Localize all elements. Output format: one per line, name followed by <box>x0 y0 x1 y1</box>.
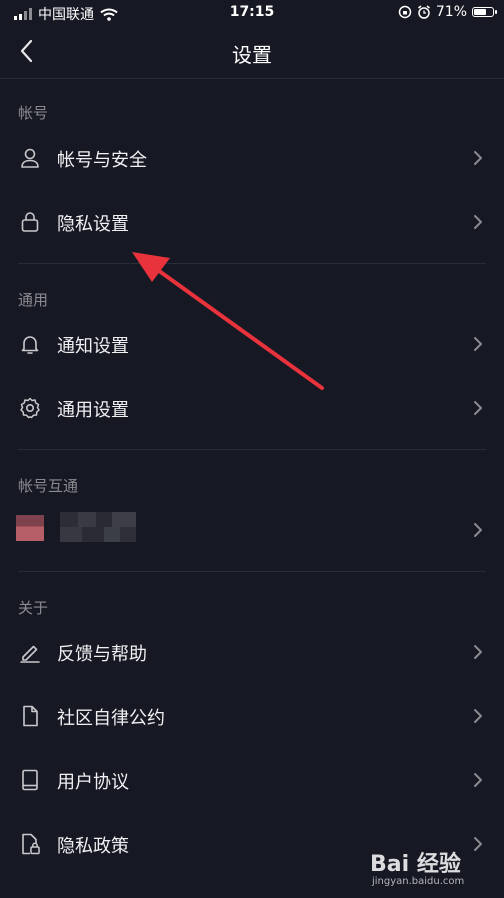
settings-item-label: 社区自律公约 <box>57 708 165 729</box>
settings-item-label: 用户协议 <box>57 772 129 793</box>
settings-item-label: 帐号与安全 <box>57 150 147 171</box>
section-title-linked-accounts: 帐号互通 <box>18 477 79 495</box>
chevron-right-icon <box>474 709 482 723</box>
book-icon <box>22 769 38 791</box>
settings-item-label: 通知设置 <box>57 336 129 357</box>
settings-item-notifications[interactable]: 通知设置 <box>0 314 504 374</box>
chevron-right-icon <box>474 337 482 351</box>
document-icon <box>23 705 38 727</box>
settings-item-user-agreement[interactable]: 用户协议 <box>0 750 504 810</box>
pencil-icon <box>20 645 40 663</box>
settings-item-general[interactable]: 通用设置 <box>0 378 504 438</box>
chevron-right-icon <box>474 401 482 415</box>
settings-item-label: 隐私政策 <box>57 836 129 857</box>
baidu-jingyan-watermark: Bai 经验 jingyan.baidu.com <box>370 846 494 892</box>
settings-item-account-security[interactable]: 帐号与安全 <box>0 128 504 188</box>
alarm-icon <box>417 5 430 19</box>
section-divider <box>18 571 486 572</box>
watermark-url: jingyan.baidu.com <box>372 876 465 887</box>
navigation-bar: 设置 <box>0 26 504 79</box>
chevron-right-icon <box>474 151 482 165</box>
blurred-avatar <box>16 515 44 541</box>
bell-icon <box>21 336 39 354</box>
chevron-right-icon <box>474 215 482 229</box>
settings-item-label: 隐私设置 <box>57 214 129 235</box>
linked-account-item[interactable] <box>0 500 504 560</box>
section-divider <box>18 263 486 264</box>
section-title-about: 关于 <box>18 599 49 617</box>
battery-percent: 71% <box>435 4 467 20</box>
section-title-general: 通用 <box>18 291 49 309</box>
settings-item-feedback[interactable]: 反馈与帮助 <box>0 622 504 682</box>
lock-icon <box>21 212 39 232</box>
orientation-lock-icon <box>398 5 412 19</box>
settings-item-privacy[interactable]: 隐私设置 <box>0 192 504 252</box>
chevron-right-icon <box>474 523 482 537</box>
battery-icon <box>472 7 497 17</box>
settings-item-community-guidelines[interactable]: 社区自律公约 <box>0 686 504 746</box>
user-icon <box>21 148 39 168</box>
blurred-account-name <box>60 512 136 542</box>
section-divider <box>18 449 486 450</box>
settings-item-label: 通用设置 <box>57 400 129 421</box>
chevron-right-icon <box>474 773 482 787</box>
section-title-account: 帐号 <box>18 104 49 122</box>
status-bar: 中国联通 17:15 71% <box>0 0 504 26</box>
document-lock-icon <box>22 833 40 855</box>
page-title: 设置 <box>232 43 272 67</box>
gear-icon <box>20 397 40 419</box>
chevron-right-icon <box>474 645 482 659</box>
settings-item-label: 反馈与帮助 <box>57 644 147 665</box>
watermark-logo: Bai 经验 <box>370 852 461 877</box>
